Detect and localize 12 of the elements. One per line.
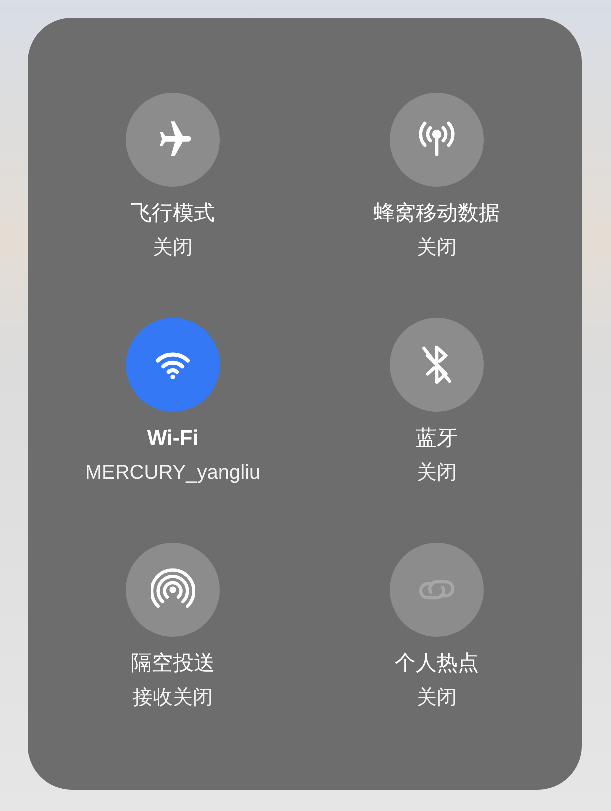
toggle-title: 蜂窝移动数据 (374, 201, 500, 227)
toggle-status: 关闭 (417, 461, 457, 486)
toggle-status: 关闭 (417, 686, 457, 711)
toggle-title: 蓝牙 (416, 426, 458, 452)
toggle-title: 飞行模式 (131, 201, 215, 227)
toggle-status: MERCURY_yangliu (85, 461, 261, 486)
toggle-title: 隔空投送 (131, 651, 215, 677)
toggle-status: 关闭 (417, 236, 457, 261)
toggle-title: 个人热点 (395, 651, 479, 677)
toggle-status: 接收关闭 (133, 686, 213, 711)
toggle-status: 关闭 (153, 236, 193, 261)
toggle-title: Wi-Fi (147, 426, 199, 452)
